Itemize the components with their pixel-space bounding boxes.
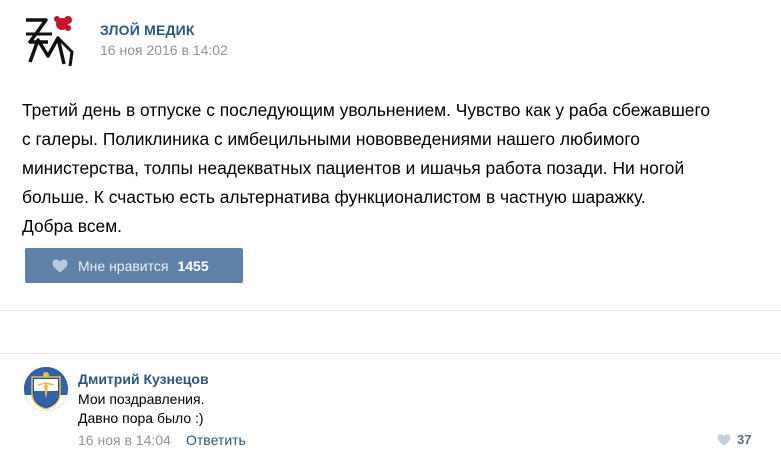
- comment-like-count: 37: [737, 432, 752, 447]
- comment-text: Мои поздравления. Давно пора было :): [78, 391, 205, 426]
- reply-button[interactable]: Ответить: [186, 432, 246, 448]
- heart-icon: [717, 433, 731, 446]
- coat-of-arms-avatar-icon[interactable]: [24, 367, 68, 411]
- like-label: Мне нравится: [78, 257, 169, 274]
- like-count: 1455: [177, 257, 209, 274]
- heart-icon: [52, 259, 68, 272]
- zm-logo-icon[interactable]: [22, 12, 78, 68]
- comment-author-name[interactable]: Дмитрий Кузнецов: [78, 371, 209, 387]
- post-text: Третий день в отпуске с последующим увол…: [22, 100, 711, 236]
- wall-post: ЗЛОЙ МЕДИК 16 ноя 2016 в 14:02 Третий де…: [0, 0, 781, 310]
- post-author-name[interactable]: ЗЛОЙ МЕДИК: [100, 22, 195, 38]
- comment-date[interactable]: 16 ноя в 14:04: [78, 432, 171, 448]
- comment-like-button[interactable]: 37: [717, 432, 751, 447]
- post-date[interactable]: 16 ноя 2016 в 14:02: [100, 42, 228, 58]
- comments-divider: [0, 310, 781, 354]
- like-button[interactable]: Мне нравится 1455: [25, 248, 243, 283]
- comment-item: Дмитрий Кузнецов Мои поздравления. Давно…: [0, 355, 781, 455]
